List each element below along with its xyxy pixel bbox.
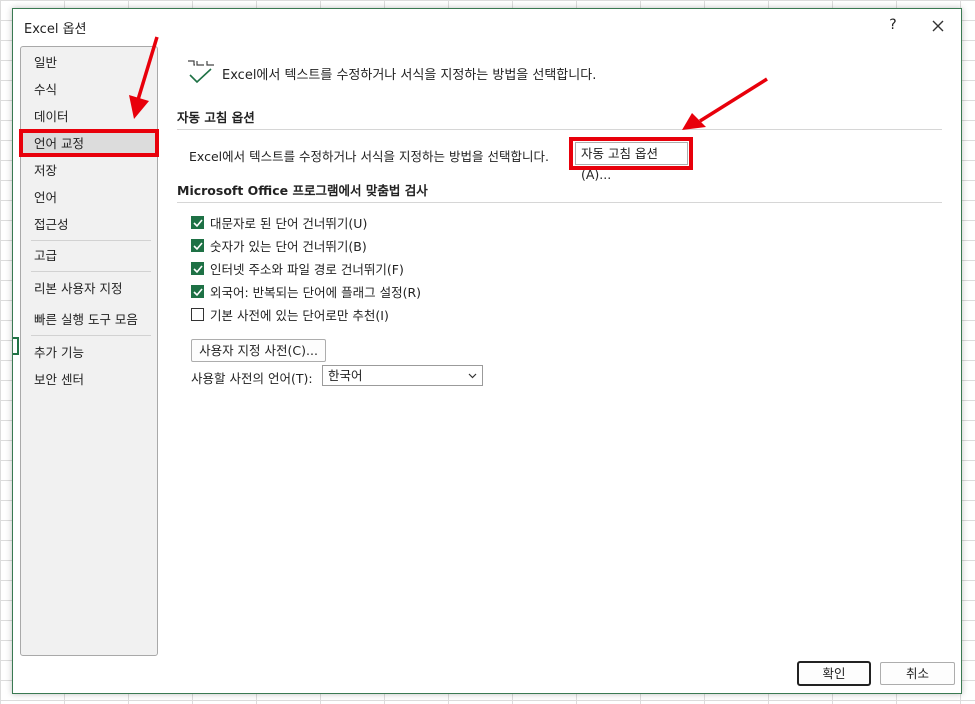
sidebar-item-quick-access-toolbar[interactable]: 빠른 실행 도구 모음 bbox=[21, 308, 157, 332]
dictionary-language-value: 한국어 bbox=[328, 368, 363, 383]
checkbox-label: 숫자가 있는 단어 건너뛰기(B) bbox=[210, 238, 367, 254]
checkbox-ignore-internet-paths[interactable]: 인터넷 주소와 파일 경로 건너뛰기(F) bbox=[191, 259, 404, 277]
proofing-check-icon bbox=[188, 60, 214, 84]
sidebar-item-add-ins[interactable]: 추가 기능 bbox=[21, 341, 157, 365]
checkbox-label: 인터넷 주소와 파일 경로 건너뛰기(F) bbox=[210, 261, 404, 277]
cancel-button[interactable]: 취소 bbox=[880, 662, 955, 685]
close-button[interactable] bbox=[929, 17, 947, 35]
section-divider bbox=[177, 202, 942, 203]
sidebar-item-data[interactable]: 데이터 bbox=[21, 105, 157, 129]
sidebar-item-formulas[interactable]: 수식 bbox=[21, 78, 157, 102]
checkmark-icon bbox=[193, 218, 203, 227]
help-button[interactable]: ? bbox=[885, 17, 901, 33]
autocorrect-section-title: 자동 고침 옵션 bbox=[177, 110, 255, 125]
dictionary-language-label: 사용할 사전의 언어(T): bbox=[191, 371, 313, 386]
sidebar-divider bbox=[31, 240, 151, 241]
sidebar-item-language[interactable]: 언어 bbox=[21, 186, 157, 210]
checkmark-icon bbox=[193, 241, 203, 250]
section-divider bbox=[177, 129, 942, 130]
autocorrect-options-button[interactable]: 자동 고침 옵션(A)... bbox=[575, 142, 688, 182]
sidebar-item-save[interactable]: 저장 bbox=[21, 159, 157, 183]
sidebar-item-general[interactable]: 일반 bbox=[21, 51, 157, 75]
sidebar: 일반 수식 데이터 언어 교정 저장 언어 접근성 고급 리본 사용자 지정 빠… bbox=[20, 46, 158, 656]
checkbox-box[interactable] bbox=[191, 238, 204, 252]
checkbox-label: 외국어: 반복되는 단어에 플래그 설정(R) bbox=[210, 284, 422, 300]
sidebar-item-advanced[interactable]: 고급 bbox=[21, 244, 157, 268]
sidebar-item-customize-ribbon[interactable]: 리본 사용자 지정 bbox=[21, 277, 157, 301]
excel-options-dialog: Excel 옵션 ? 일반 수식 데이터 언어 교정 저장 언어 접근성 고급 … bbox=[12, 8, 962, 694]
checkmark-icon bbox=[193, 264, 203, 273]
checkbox-box[interactable] bbox=[191, 215, 204, 229]
custom-dictionaries-button[interactable]: 사용자 지정 사전(C)... bbox=[191, 339, 326, 362]
sidebar-item-trust-center[interactable]: 보안 센터 bbox=[21, 368, 157, 392]
checkbox-main-dictionary-only[interactable]: 기본 사전에 있는 단어로만 추천(I) bbox=[191, 305, 389, 323]
sidebar-item-proofing[interactable]: 언어 교정 bbox=[21, 132, 157, 156]
ok-button[interactable]: 확인 bbox=[797, 661, 871, 686]
checkbox-ignore-numbers[interactable]: 숫자가 있는 단어 건너뛰기(B) bbox=[191, 236, 367, 254]
chevron-down-icon bbox=[468, 373, 477, 379]
checkbox-box[interactable] bbox=[191, 284, 204, 298]
checkbox-label: 대문자로 된 단어 건너뛰기(U) bbox=[210, 215, 368, 231]
sidebar-item-accessibility[interactable]: 접근성 bbox=[21, 213, 157, 237]
checkbox-label: 기본 사전에 있는 단어로만 추천(I) bbox=[210, 307, 389, 323]
dictionary-language-select[interactable]: 한국어 bbox=[322, 365, 483, 386]
spelling-section-title: Microsoft Office 프로그램에서 맞춤법 검사 bbox=[177, 183, 428, 198]
main-panel: Excel에서 텍스트를 수정하거나 서식을 지정하는 방법을 선택합니다. 자… bbox=[176, 49, 951, 389]
checkbox-ignore-uppercase[interactable]: 대문자로 된 단어 건너뛰기(U) bbox=[191, 213, 367, 231]
sidebar-divider bbox=[31, 335, 151, 336]
close-icon bbox=[932, 20, 944, 32]
checkbox-box[interactable] bbox=[191, 307, 204, 321]
checkbox-box[interactable] bbox=[191, 261, 204, 275]
checkmark-icon bbox=[193, 287, 203, 296]
sheet-selection-handle bbox=[13, 337, 19, 355]
autocorrect-description: Excel에서 텍스트를 수정하거나 서식을 지정하는 방법을 선택합니다. bbox=[189, 149, 549, 164]
title-bar: Excel 옵션 ? bbox=[13, 9, 961, 43]
sidebar-divider bbox=[31, 271, 151, 272]
dialog-title: Excel 옵션 bbox=[24, 22, 87, 37]
checkbox-flag-repeated-words[interactable]: 외국어: 반복되는 단어에 플래그 설정(R) bbox=[191, 282, 421, 300]
header-description: Excel에서 텍스트를 수정하거나 서식을 지정하는 방법을 선택합니다. bbox=[222, 68, 597, 83]
